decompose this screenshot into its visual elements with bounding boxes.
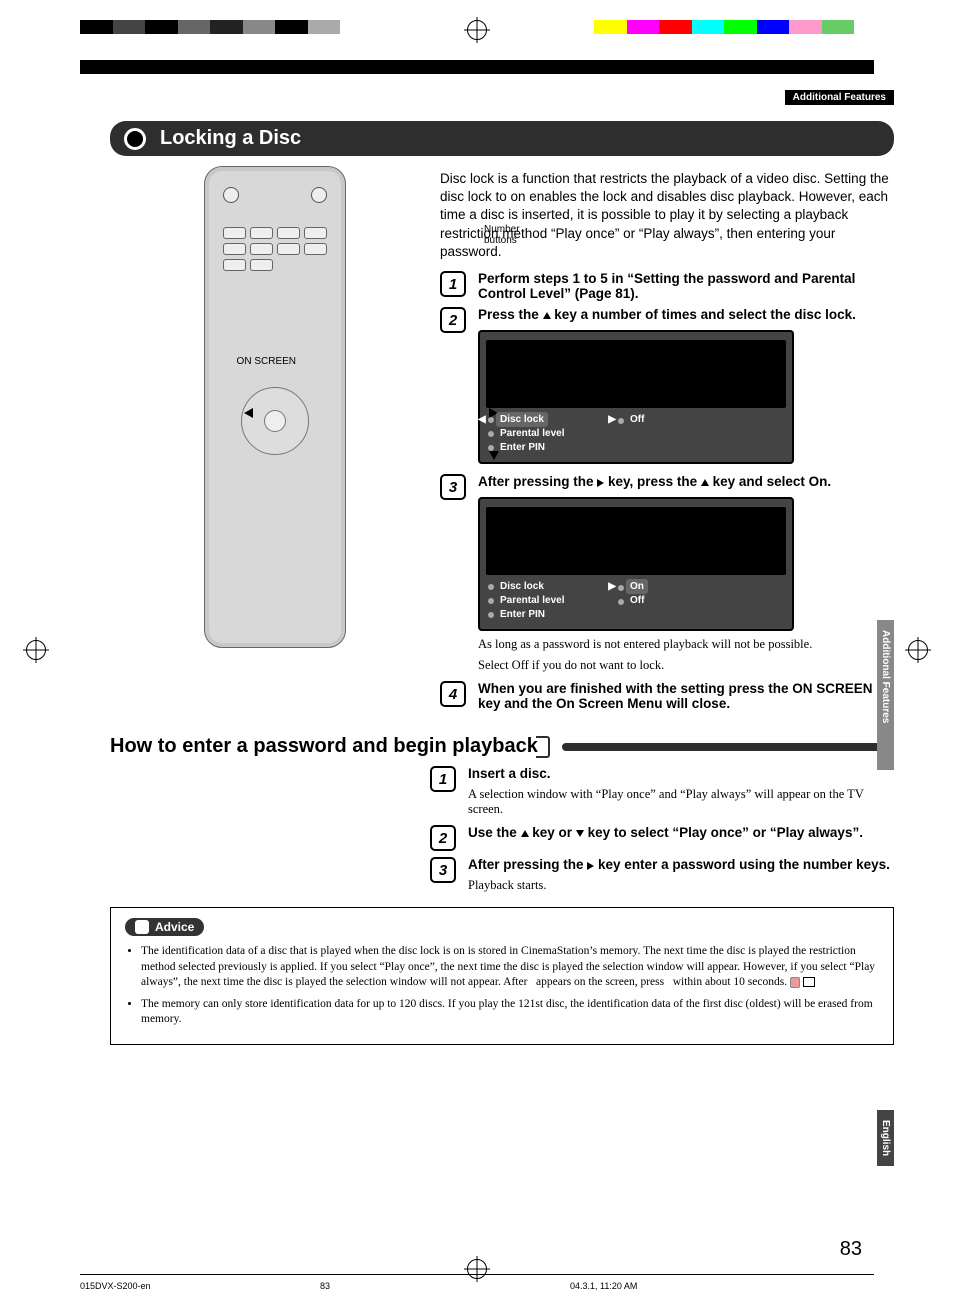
callout-on-screen: ON SCREEN — [226, 356, 296, 367]
osd-screenshot: Disc lock▶On Parental levelOff Enter PIN — [478, 497, 794, 631]
lock-icon — [790, 977, 800, 988]
step-text: After pressing the — [478, 474, 597, 489]
color-registration-bars-right — [594, 20, 854, 34]
page: Additional Features Locking a Disc Numbe… — [0, 0, 954, 1301]
section-title: Locking a Disc — [160, 127, 301, 150]
osd-item: Disc lock — [500, 581, 544, 592]
advice-item: The memory can only store identification… — [141, 997, 879, 1028]
intro-paragraph: Disc lock is a function that restricts t… — [440, 170, 894, 261]
step-number: 2 — [430, 825, 456, 851]
sub-heading-text: How to enter a password and begin playba… — [110, 735, 538, 758]
step-number: 3 — [430, 857, 456, 883]
up-arrow-icon — [701, 479, 709, 486]
down-arrow-icon — [576, 830, 584, 837]
osd-item: Disc lock — [496, 412, 548, 427]
advice-label: Advice — [125, 918, 204, 936]
step-text: key or — [529, 825, 576, 840]
header-tag: Additional Features — [785, 90, 894, 105]
step-text: Insert a disc. — [468, 766, 551, 781]
footer-filename: 015DVX-S200-en — [80, 1281, 151, 1291]
osd-value: Off — [630, 595, 644, 606]
step-body: A selection window with “Play once” and … — [468, 787, 894, 817]
step-note: Select Off if you do not want to lock. — [478, 658, 894, 673]
up-arrow-icon — [521, 830, 529, 837]
footer-timestamp: 04.3.1, 11:20 AM — [570, 1281, 637, 1291]
side-tab-features: Additional Features — [877, 620, 894, 770]
step-text: Press the — [478, 307, 543, 322]
footer-rule — [80, 1274, 874, 1275]
up-arrow-icon — [489, 366, 499, 375]
osd-value: Off — [630, 414, 644, 425]
side-tab-english: English — [877, 1110, 894, 1166]
advice-item: The identification data of a disc that i… — [141, 944, 879, 991]
step-number: 1 — [430, 766, 456, 792]
osd-screenshot: ◀Disc lock▶Off Parental level Enter PIN — [478, 330, 794, 464]
step-number: 1 — [440, 271, 466, 297]
advice-icon — [135, 920, 149, 934]
osd-item: Enter PIN — [500, 609, 545, 620]
step-text: Use the — [468, 825, 521, 840]
left-arrow-icon — [244, 408, 253, 418]
osd-item: Parental level — [500, 428, 564, 439]
color-registration-bars — [80, 20, 340, 34]
registration-mark-icon — [467, 1259, 487, 1279]
step-body: Playback starts. — [468, 878, 894, 893]
step-text: Perform steps 1 to 5 in “Setting the pas… — [478, 271, 855, 301]
step-number: 4 — [440, 681, 466, 707]
registration-mark-icon — [467, 20, 487, 40]
step-text: key a number of times and select the dis… — [551, 307, 856, 322]
stop-key-icon — [803, 977, 815, 987]
advice-box: Advice The identification data of a disc… — [110, 907, 894, 1045]
step-text: key and select On. — [709, 474, 831, 489]
step-text: key to select “Play once” or “Play alway… — [584, 825, 863, 840]
step-text: key, press the — [604, 474, 701, 489]
step-text: After pressing the — [468, 857, 587, 872]
up-arrow-icon — [543, 312, 551, 319]
callout-number-buttons: Number buttons — [484, 224, 520, 246]
remote-illustration: Number buttons ON SCREEN — [110, 156, 440, 717]
osd-value: On — [626, 579, 648, 594]
registration-mark-icon — [908, 640, 928, 660]
top-rule — [80, 60, 874, 74]
step-text: key enter a password using the number ke… — [594, 857, 890, 872]
osd-item: Parental level — [500, 595, 564, 606]
step-text: When you are finished with the setting p… — [478, 681, 873, 711]
footer-page: 83 — [320, 1281, 330, 1291]
sub-heading: How to enter a password and begin playba… — [110, 735, 894, 758]
step-number: 3 — [440, 474, 466, 500]
bullet-icon — [124, 128, 146, 150]
step-note: As long as a password is not entered pla… — [478, 637, 894, 652]
osd-item: Enter PIN — [500, 442, 545, 453]
registration-mark-icon — [26, 640, 46, 660]
step-number: 2 — [440, 307, 466, 333]
section-title-bar: Locking a Disc — [110, 121, 894, 156]
page-number: 83 — [840, 1238, 862, 1261]
